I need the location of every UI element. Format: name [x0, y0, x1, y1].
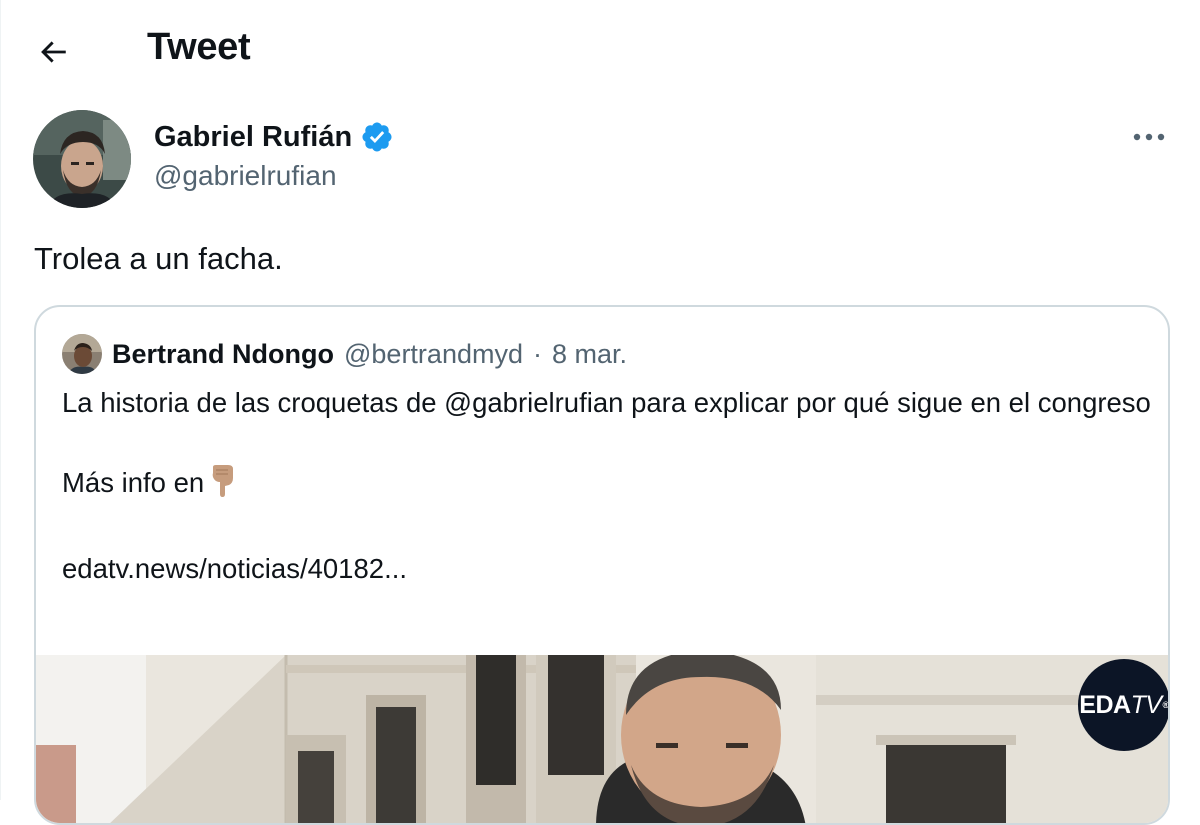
more-horizontal-icon — [1133, 133, 1165, 141]
quoted-paragraph: Más info en — [62, 467, 205, 498]
author-name-row: Gabriel Rufián — [154, 117, 394, 157]
quoted-author-name[interactable]: Bertrand Ndongo — [112, 339, 334, 370]
author-handle[interactable]: @gabrielrufian — [154, 160, 337, 192]
tweet-page: Tweet Gabriel Rufián @gabrielrufian Trol… — [0, 0, 1200, 825]
quoted-author-handle: @bertrandmyd — [344, 338, 523, 369]
quoted-tweet-text: La historia de las croquetas de @gabriel… — [62, 383, 1152, 589]
page-header: Tweet — [1, 0, 1200, 100]
verified-badge-icon — [362, 122, 392, 152]
arrow-left-icon — [41, 41, 66, 63]
quoted-link[interactable]: edatv.news/noticias/40182... — [62, 549, 1152, 589]
quoted-paragraph: La historia de las croquetas de @gabriel… — [62, 387, 1151, 418]
quoted-tweet-card[interactable]: Bertrand Ndongo @bertrandmyd · 8 mar. La… — [34, 305, 1170, 825]
back-button[interactable] — [23, 22, 83, 82]
logo-registered-mark: ® — [1162, 700, 1169, 710]
avatar-image — [33, 110, 131, 208]
meta-separator: · — [532, 338, 542, 369]
page-title: Tweet — [147, 26, 251, 68]
more-options-button[interactable] — [1121, 115, 1177, 159]
quoted-paragraph-more-info: Más info en — [62, 463, 1152, 509]
edatv-logo: EDA TV ® — [1078, 659, 1169, 751]
pointing-down-icon — [208, 464, 238, 509]
tweet-text: Trolea a un facha. — [34, 241, 283, 276]
author-name[interactable]: Gabriel Rufián — [154, 121, 352, 154]
quoted-tweet-date[interactable]: 8 mar. — [552, 339, 627, 370]
logo-text-suffix: TV — [1130, 690, 1162, 719]
quoted-avatar-image — [62, 334, 102, 374]
author-avatar[interactable] — [33, 110, 131, 208]
quoted-tweet-header: Bertrand Ndongo @bertrandmyd · 8 mar. — [62, 333, 627, 375]
quoted-author-avatar[interactable] — [62, 334, 102, 374]
logo-text-main: EDA — [1079, 690, 1131, 719]
